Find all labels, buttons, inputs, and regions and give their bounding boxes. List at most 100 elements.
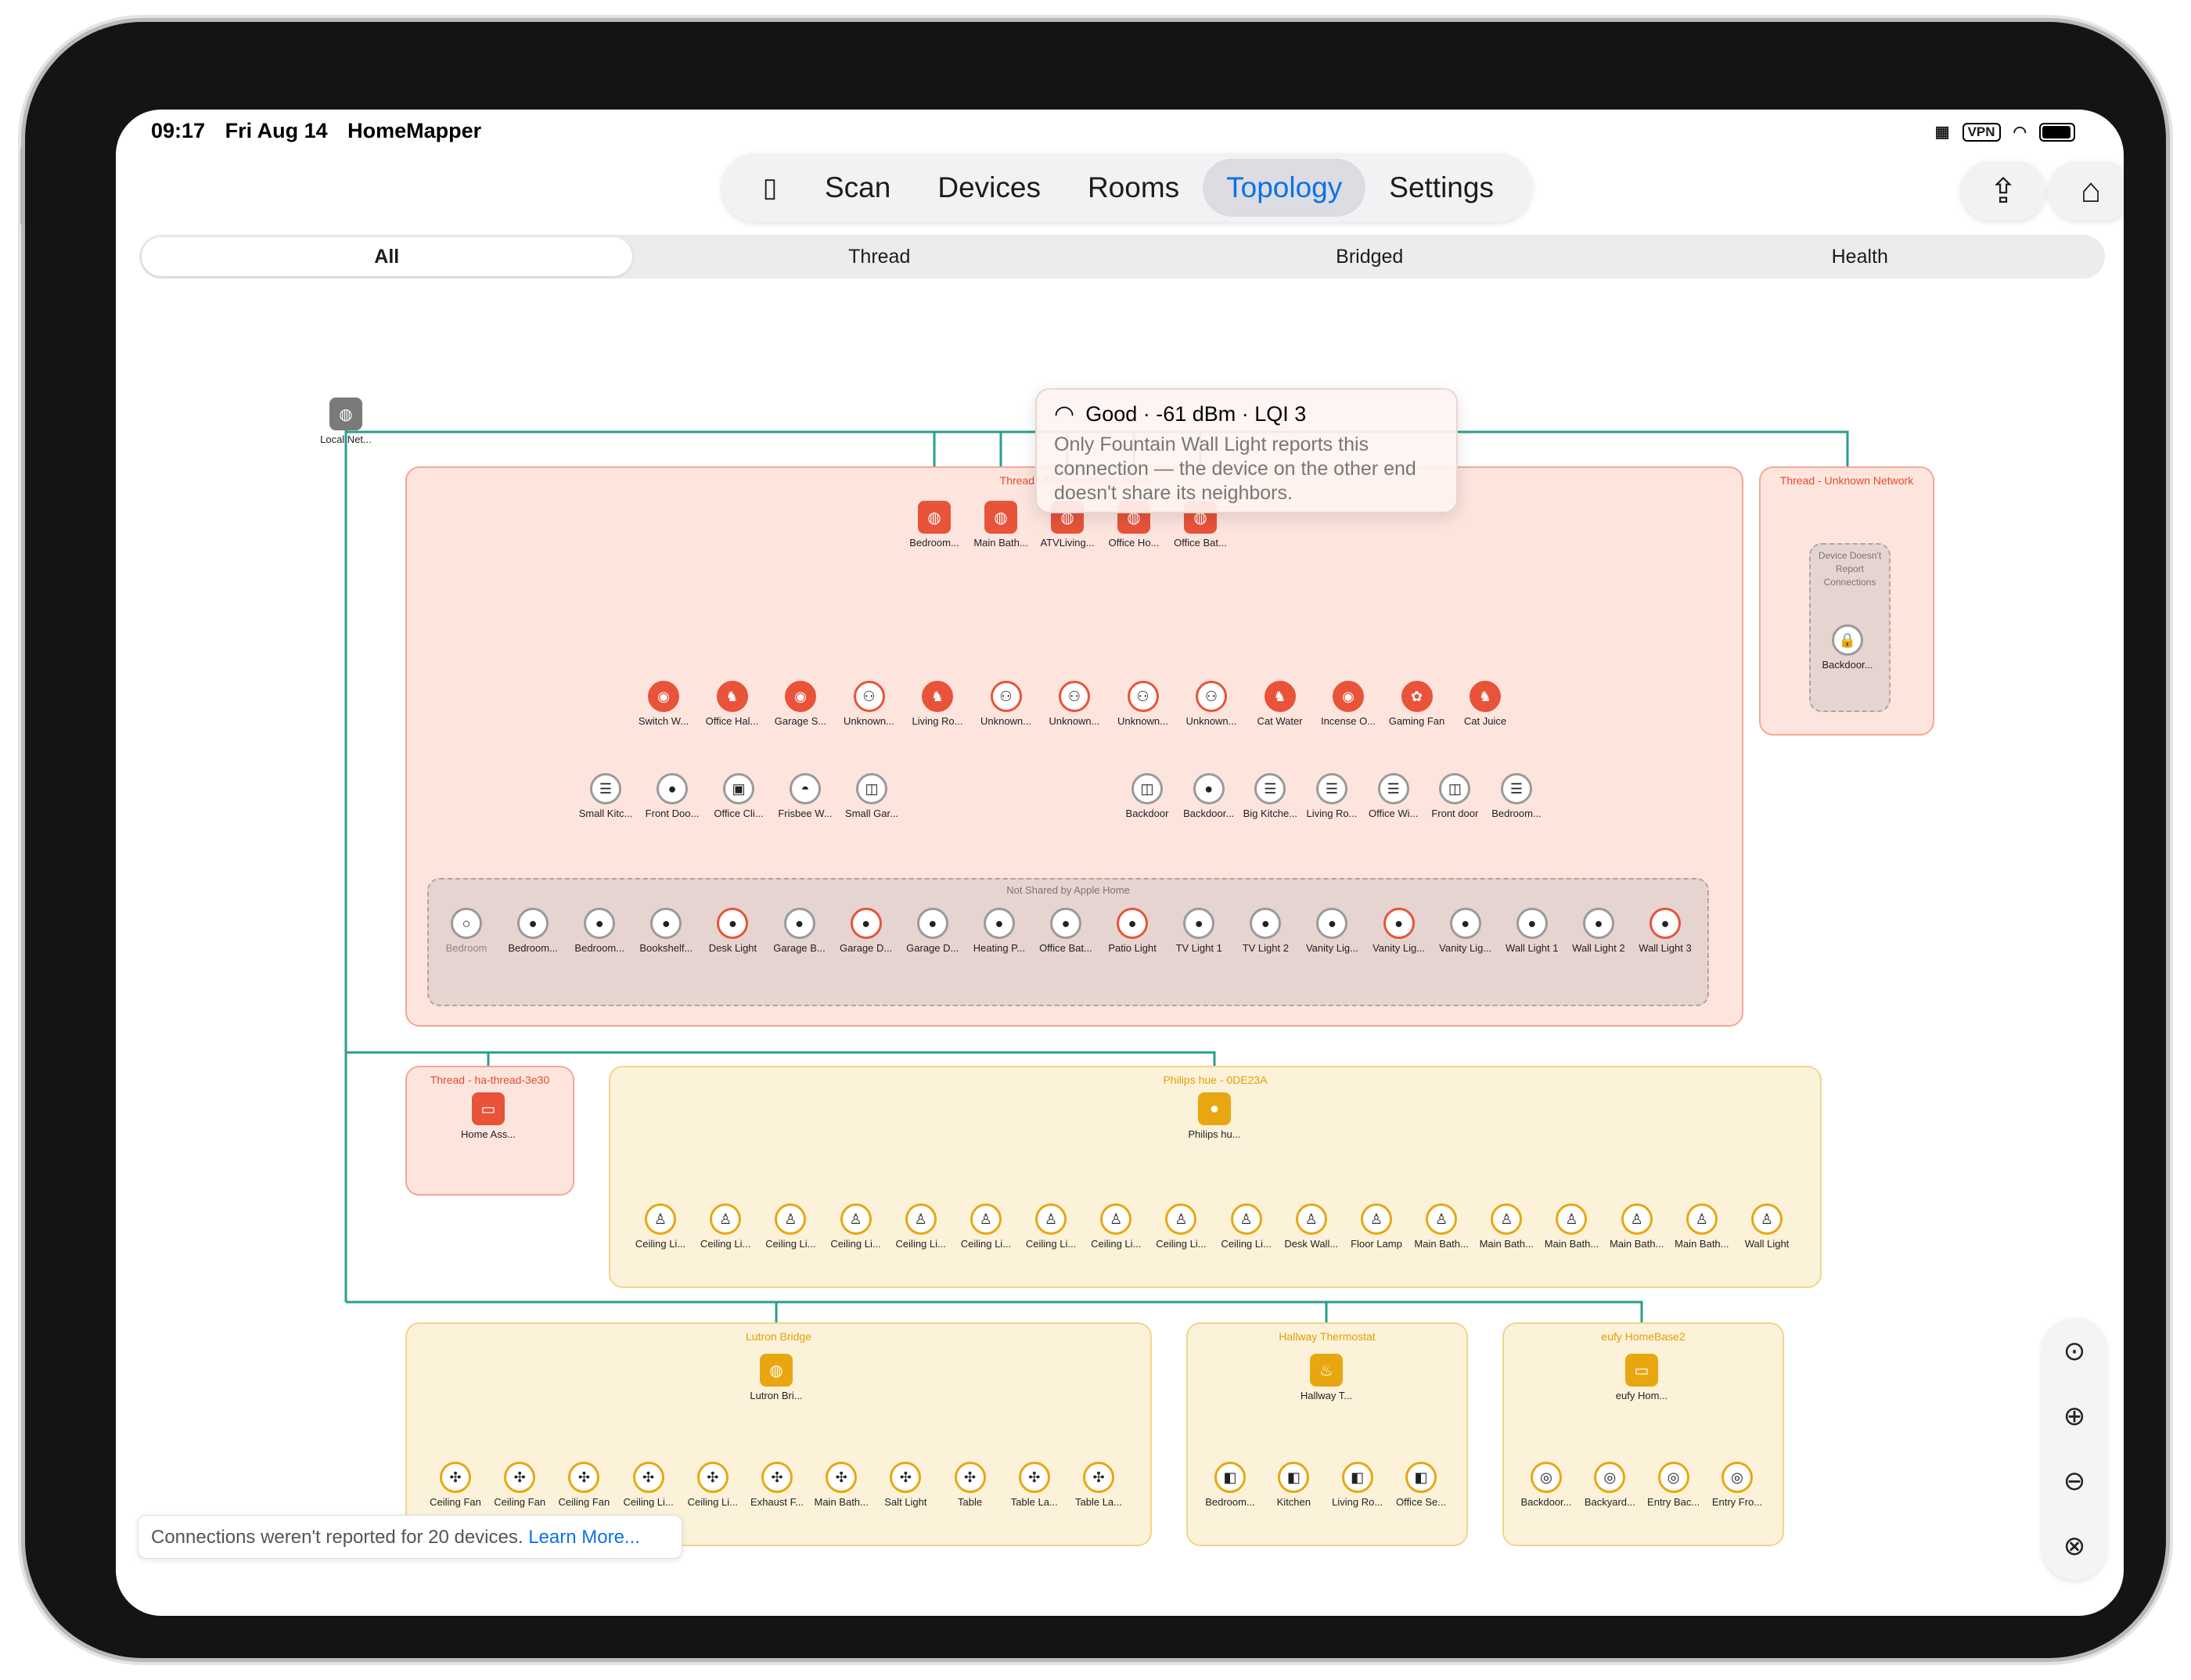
ipad-bezel: 09:17 Fri Aug 14 HomeMapper ▦ VPN ◠ ▯ Sc… bbox=[20, 22, 2166, 1658]
home-assistant-device[interactable]: ▭ Home Ass... bbox=[449, 1092, 527, 1140]
wifi-signal-icon: ◠ bbox=[1054, 401, 1075, 427]
share-button[interactable]: ⇪ bbox=[1961, 161, 2045, 221]
not-shared-device-icon: ● bbox=[1650, 908, 1681, 939]
screen: 09:17 Fri Aug 14 HomeMapper ▦ VPN ◠ ▯ Sc… bbox=[116, 110, 2124, 1616]
not-shared-device-icon: ● bbox=[850, 908, 882, 939]
thread-router[interactable]: ⚇ Unknown... bbox=[1104, 681, 1182, 727]
thread-unknown-group-title: Thread - Unknown Network bbox=[1779, 474, 1914, 487]
tab-devices[interactable]: Devices bbox=[914, 159, 1064, 217]
thread-router[interactable]: ✿ Gaming Fan bbox=[1378, 681, 1456, 727]
lutron-device-icon: ✣ bbox=[1018, 1462, 1050, 1493]
thread-router[interactable]: ◉ Garage S... bbox=[761, 681, 840, 727]
hue-device-icon: ♙ bbox=[775, 1203, 807, 1235]
hue-device-icon: ♙ bbox=[1751, 1203, 1783, 1235]
not-shared-device-icon: ● bbox=[783, 908, 815, 939]
segment-health[interactable]: Health bbox=[1615, 235, 2106, 279]
lutron-device-icon: ✣ bbox=[696, 1462, 729, 1493]
thread-end-device-icon: ◫ bbox=[856, 773, 887, 804]
eufy-camera[interactable]: ◎ Entry Fro... bbox=[1698, 1462, 1776, 1508]
vpn-badge: VPN bbox=[1962, 122, 2001, 142]
segment-all[interactable]: All bbox=[142, 237, 632, 276]
home-assistant-device-icon: ▭ bbox=[472, 1092, 505, 1125]
thread-router[interactable]: ♞ Cat Water bbox=[1241, 681, 1319, 727]
thread-end-device[interactable]: ☰ Bedroom... bbox=[1477, 773, 1556, 819]
zoom-in-icon[interactable]: ⊕ bbox=[2042, 1383, 2106, 1448]
lutron-device-icon: ✣ bbox=[890, 1462, 922, 1493]
wifi-icon: ◠ bbox=[2013, 124, 2027, 141]
hue-device-icon: ♙ bbox=[1360, 1203, 1392, 1235]
zoom-fit-icon[interactable]: ⊗ bbox=[2042, 1513, 2106, 1578]
thread-end-device-icon: ☰ bbox=[1254, 773, 1286, 804]
hue-hub[interactable]: ● Philips hu... bbox=[1175, 1092, 1254, 1140]
hue-device-icon: ♙ bbox=[840, 1203, 872, 1235]
segment-thread[interactable]: Thread bbox=[635, 235, 1125, 279]
not-shared-device-icon: ● bbox=[1449, 908, 1481, 939]
eufy-camera-label: Entry Fro... bbox=[1711, 1496, 1763, 1508]
hue-device-icon: ♙ bbox=[1491, 1203, 1523, 1235]
thread-router[interactable]: ♞ Cat Juice bbox=[1446, 681, 1524, 727]
lutron-device-icon: ✣ bbox=[761, 1462, 793, 1493]
lutron-group-title: Lutron Bridge bbox=[745, 1330, 812, 1343]
status-time: 09:17 bbox=[151, 119, 206, 142]
segment-bridged[interactable]: Bridged bbox=[1124, 235, 1615, 279]
zoom-out-icon[interactable]: ⊖ bbox=[2042, 1448, 2106, 1513]
not-shared-device-icon: ○ bbox=[451, 908, 482, 939]
learn-more-link[interactable]: Learn More... bbox=[528, 1527, 640, 1548]
not-shared-device-icon: ● bbox=[584, 908, 616, 939]
no-report-note: Device Doesn't Report Connections bbox=[1818, 550, 1882, 588]
home-assistant-device-label: Home Ass... bbox=[460, 1128, 516, 1140]
thread-router[interactable]: ⚇ Unknown... bbox=[1172, 681, 1250, 727]
thread-router-icon: ⚇ bbox=[1127, 681, 1159, 712]
hue-device[interactable]: ♙ Wall Light bbox=[1728, 1203, 1806, 1250]
sidebar-icon[interactable]: ▯ bbox=[739, 172, 801, 203]
thread-router[interactable]: ♞ Office Hal... bbox=[693, 681, 772, 727]
thermostat-hub[interactable]: ♨ Hallway T... bbox=[1287, 1354, 1365, 1401]
lutron-hub[interactable]: ◍ Lutron Bri... bbox=[737, 1354, 815, 1401]
eufy-hub[interactable]: ▭ eufy Hom... bbox=[1603, 1354, 1681, 1401]
home-button[interactable]: ⌂ bbox=[2049, 161, 2124, 221]
thermostat-hub-label: Hallway T... bbox=[1300, 1390, 1353, 1401]
not-shared-device-icon: ● bbox=[1183, 908, 1215, 939]
lutron-device-label: Table La... bbox=[1075, 1496, 1122, 1508]
thread-router[interactable]: ◉ Switch W... bbox=[624, 681, 703, 727]
lutron-device-icon: ✣ bbox=[568, 1462, 600, 1493]
top-nav: ▯ Scan Devices Rooms Topology Settings bbox=[721, 153, 1532, 222]
tab-rooms[interactable]: Rooms bbox=[1064, 159, 1203, 217]
hue-device-icon: ♙ bbox=[1165, 1203, 1197, 1235]
sim-icon: ▦ bbox=[1934, 124, 1950, 141]
tooltip-body: Only Fountain Wall Light reports this co… bbox=[1054, 433, 1416, 504]
lutron-device[interactable]: ✣ Table La... bbox=[1060, 1462, 1138, 1508]
lutron-device-icon: ✣ bbox=[954, 1462, 986, 1493]
border-router-icon: ◍ bbox=[984, 501, 1017, 534]
hue-device-icon: ♙ bbox=[1426, 1203, 1458, 1235]
thread-router-label: Cat Juice bbox=[1463, 715, 1507, 727]
thermostat-hub-icon: ♨ bbox=[1310, 1354, 1343, 1387]
status-date: Fri Aug 14 bbox=[225, 119, 328, 142]
thread-router-icon: ⚇ bbox=[853, 681, 885, 712]
tooltip-signal: Good · -61 dBm · LQI 3 bbox=[1085, 402, 1307, 426]
unknown-network-device[interactable]: 🔒 Backdoor... bbox=[1808, 624, 1887, 671]
zoom-reset-icon[interactable]: ⊙ bbox=[2042, 1318, 2106, 1383]
thread-router-icon: ◉ bbox=[648, 681, 679, 712]
tab-scan[interactable]: Scan bbox=[801, 159, 914, 217]
thread-router[interactable]: ⚇ Unknown... bbox=[1035, 681, 1113, 727]
thread-router[interactable]: ⚇ Unknown... bbox=[967, 681, 1045, 727]
thread-end-device[interactable]: ◫ Small Gar... bbox=[833, 773, 911, 819]
thread-router[interactable]: ⚇ Unknown... bbox=[830, 681, 908, 727]
not-shared-device[interactable]: ● Wall Light 3 bbox=[1626, 908, 1704, 954]
thermostat-sensor[interactable]: ◧ Office Se... bbox=[1382, 1462, 1460, 1508]
border-router-label: Office Bat... bbox=[1174, 537, 1227, 549]
thread-router-label: Unknown... bbox=[1049, 715, 1100, 727]
tab-topology[interactable]: Topology bbox=[1203, 159, 1366, 217]
local-network-node[interactable]: ◍ Local Net... bbox=[307, 398, 385, 445]
missing-connections-banner: Connections weren't reported for 20 devi… bbox=[138, 1515, 682, 1559]
thread-router-label: Switch W... bbox=[638, 715, 689, 727]
banner-text: Connections weren't reported for 20 devi… bbox=[151, 1527, 523, 1548]
tab-settings[interactable]: Settings bbox=[1365, 159, 1517, 217]
hue-device-icon: ♙ bbox=[1295, 1203, 1327, 1235]
thread-router[interactable]: ◉ Incense O... bbox=[1309, 681, 1387, 727]
thread-router[interactable]: ♞ Living Ro... bbox=[898, 681, 977, 727]
thread-ha-group-title: Thread - ha-thread-3e30 bbox=[430, 1074, 550, 1086]
thread-end-device-label: Bedroom... bbox=[1491, 808, 1542, 819]
local-network-node-icon: ◍ bbox=[329, 398, 362, 430]
